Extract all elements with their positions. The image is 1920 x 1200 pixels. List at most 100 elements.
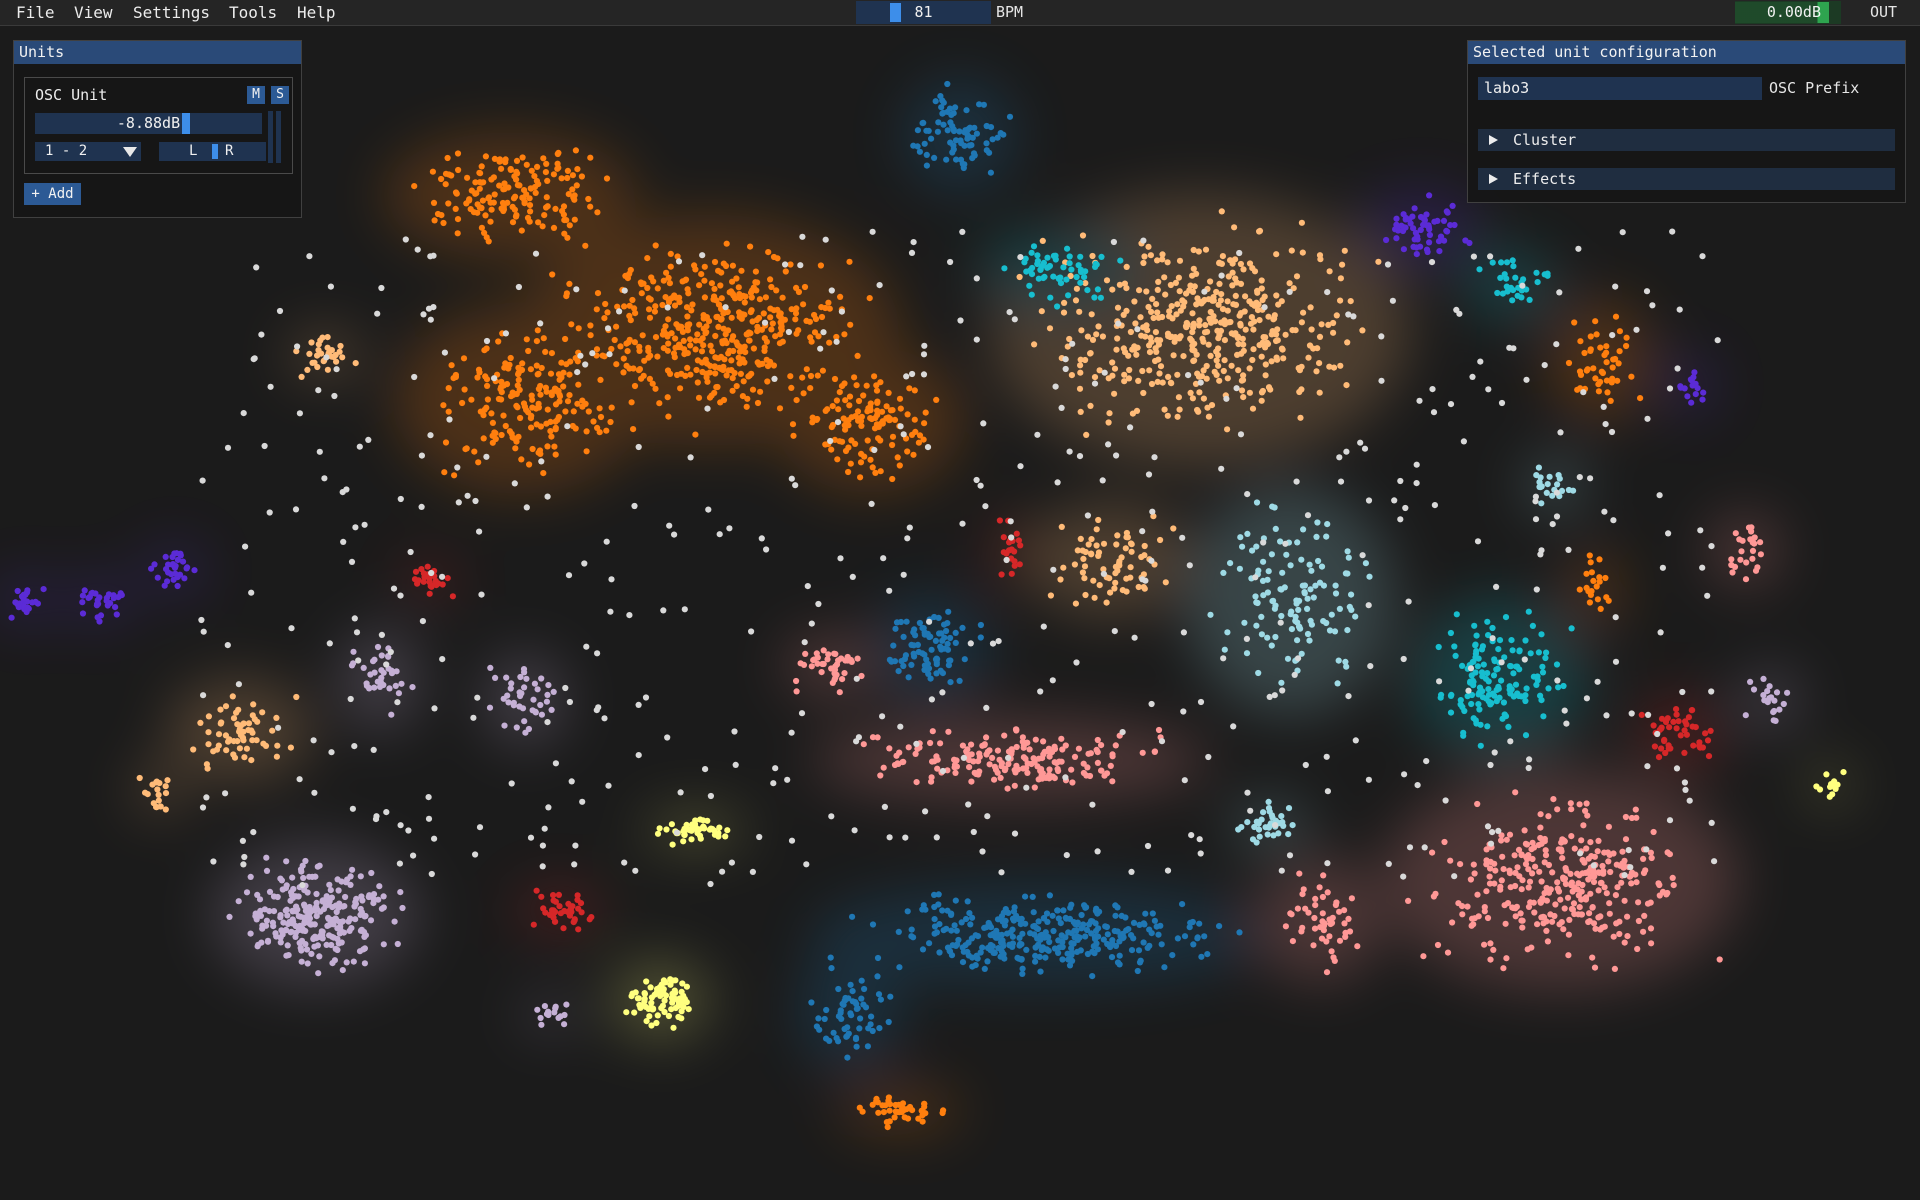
sound-point[interactable] bbox=[1688, 399, 1695, 406]
sound-point[interactable] bbox=[1046, 753, 1053, 760]
sound-point[interactable] bbox=[1580, 822, 1587, 829]
sound-point[interactable] bbox=[1294, 637, 1301, 644]
sound-point[interactable] bbox=[908, 431, 916, 438]
sound-point[interactable] bbox=[495, 338, 502, 345]
sound-point[interactable] bbox=[1083, 904, 1090, 911]
sound-point[interactable] bbox=[952, 769, 959, 777]
sound-point[interactable] bbox=[987, 124, 995, 131]
sound-point[interactable] bbox=[944, 944, 952, 951]
sound-point[interactable] bbox=[489, 419, 496, 426]
sound-point[interactable] bbox=[488, 410, 495, 417]
sound-point[interactable] bbox=[1521, 656, 1528, 663]
sound-point[interactable] bbox=[79, 610, 87, 617]
sound-point[interactable] bbox=[1619, 860, 1626, 867]
sound-point[interactable] bbox=[837, 1007, 844, 1014]
sound-point[interactable] bbox=[1186, 924, 1193, 931]
sound-point[interactable] bbox=[1506, 867, 1513, 874]
sound-point[interactable] bbox=[1091, 933, 1098, 941]
sound-point[interactable] bbox=[1073, 273, 1080, 281]
sound-point[interactable] bbox=[1670, 882, 1677, 889]
sound-point[interactable] bbox=[1555, 888, 1563, 895]
sound-point[interactable] bbox=[1058, 404, 1065, 411]
sound-point[interactable] bbox=[821, 1015, 828, 1023]
sound-point[interactable] bbox=[356, 443, 363, 450]
sound-point[interactable] bbox=[241, 754, 248, 761]
sound-point[interactable] bbox=[1117, 257, 1124, 264]
sound-point[interactable] bbox=[1549, 869, 1556, 876]
sound-point[interactable] bbox=[1661, 736, 1668, 744]
sound-point[interactable] bbox=[247, 873, 254, 881]
sound-point[interactable] bbox=[793, 688, 800, 695]
sound-point[interactable] bbox=[1099, 333, 1106, 340]
sound-point[interactable] bbox=[1398, 222, 1405, 229]
sound-point[interactable] bbox=[800, 390, 807, 397]
sound-point[interactable] bbox=[1628, 710, 1635, 717]
sound-point[interactable] bbox=[1688, 707, 1695, 714]
sound-point[interactable] bbox=[1077, 369, 1084, 376]
sound-point[interactable] bbox=[1525, 608, 1532, 615]
sound-point[interactable] bbox=[262, 742, 270, 750]
sound-point[interactable] bbox=[1057, 920, 1064, 927]
sound-point[interactable] bbox=[1248, 314, 1255, 321]
sound-point[interactable] bbox=[1073, 285, 1080, 292]
sound-point[interactable] bbox=[1336, 908, 1343, 915]
sound-point[interactable] bbox=[1754, 564, 1761, 571]
sound-point[interactable] bbox=[1324, 889, 1331, 896]
sound-point[interactable] bbox=[1181, 777, 1188, 784]
sound-point[interactable] bbox=[349, 866, 356, 873]
sound-point[interactable] bbox=[253, 264, 260, 271]
sound-point[interactable] bbox=[817, 345, 824, 352]
sound-point[interactable] bbox=[886, 834, 893, 841]
sound-point[interactable] bbox=[603, 427, 610, 434]
sound-point[interactable] bbox=[869, 228, 876, 235]
sound-point[interactable] bbox=[681, 831, 688, 839]
sound-point[interactable] bbox=[1294, 539, 1301, 546]
sound-point[interactable] bbox=[113, 611, 120, 618]
sound-point[interactable] bbox=[513, 402, 520, 409]
sound-point[interactable] bbox=[1060, 907, 1067, 914]
sound-point[interactable] bbox=[860, 392, 867, 399]
sound-point[interactable] bbox=[1426, 239, 1433, 246]
sound-point[interactable] bbox=[1132, 320, 1139, 327]
sound-point[interactable] bbox=[834, 419, 842, 426]
sound-point[interactable] bbox=[511, 173, 518, 180]
sound-point[interactable] bbox=[925, 127, 932, 134]
sound-point[interactable] bbox=[702, 330, 709, 337]
sound-point[interactable] bbox=[1487, 253, 1494, 260]
sound-point[interactable] bbox=[944, 646, 952, 653]
sound-point[interactable] bbox=[1738, 548, 1745, 555]
sound-point[interactable] bbox=[981, 924, 988, 932]
sound-point[interactable] bbox=[979, 848, 986, 855]
sound-point[interactable] bbox=[315, 970, 322, 977]
sound-point[interactable] bbox=[819, 367, 827, 374]
sound-point[interactable] bbox=[563, 361, 570, 368]
sound-point[interactable] bbox=[877, 379, 884, 386]
sound-point[interactable] bbox=[1278, 867, 1285, 874]
sound-point[interactable] bbox=[1475, 701, 1482, 708]
sound-point[interactable] bbox=[420, 311, 427, 318]
sound-point[interactable] bbox=[454, 230, 461, 237]
sound-point[interactable] bbox=[745, 373, 752, 380]
sound-point[interactable] bbox=[1293, 597, 1300, 604]
sound-point[interactable] bbox=[1518, 886, 1525, 893]
sound-point[interactable] bbox=[923, 162, 931, 169]
sound-point[interactable] bbox=[348, 925, 355, 932]
sound-point[interactable] bbox=[1563, 720, 1570, 727]
sound-point[interactable] bbox=[1619, 229, 1626, 236]
sound-point[interactable] bbox=[1020, 754, 1027, 761]
sound-point[interactable] bbox=[1481, 941, 1488, 948]
sound-point[interactable] bbox=[1423, 211, 1430, 218]
sound-point[interactable] bbox=[243, 889, 251, 896]
sound-point[interactable] bbox=[481, 229, 488, 236]
sound-point[interactable] bbox=[500, 412, 507, 419]
sound-point[interactable] bbox=[875, 991, 883, 998]
sound-point[interactable] bbox=[871, 446, 878, 454]
sound-point[interactable] bbox=[315, 347, 322, 354]
sound-point[interactable] bbox=[1237, 534, 1244, 541]
sound-point[interactable] bbox=[1258, 285, 1265, 292]
sound-point[interactable] bbox=[543, 204, 550, 211]
sound-point[interactable] bbox=[544, 177, 551, 184]
sound-point[interactable] bbox=[989, 754, 996, 762]
sound-point[interactable] bbox=[318, 931, 325, 938]
sound-point[interactable] bbox=[1260, 809, 1267, 816]
